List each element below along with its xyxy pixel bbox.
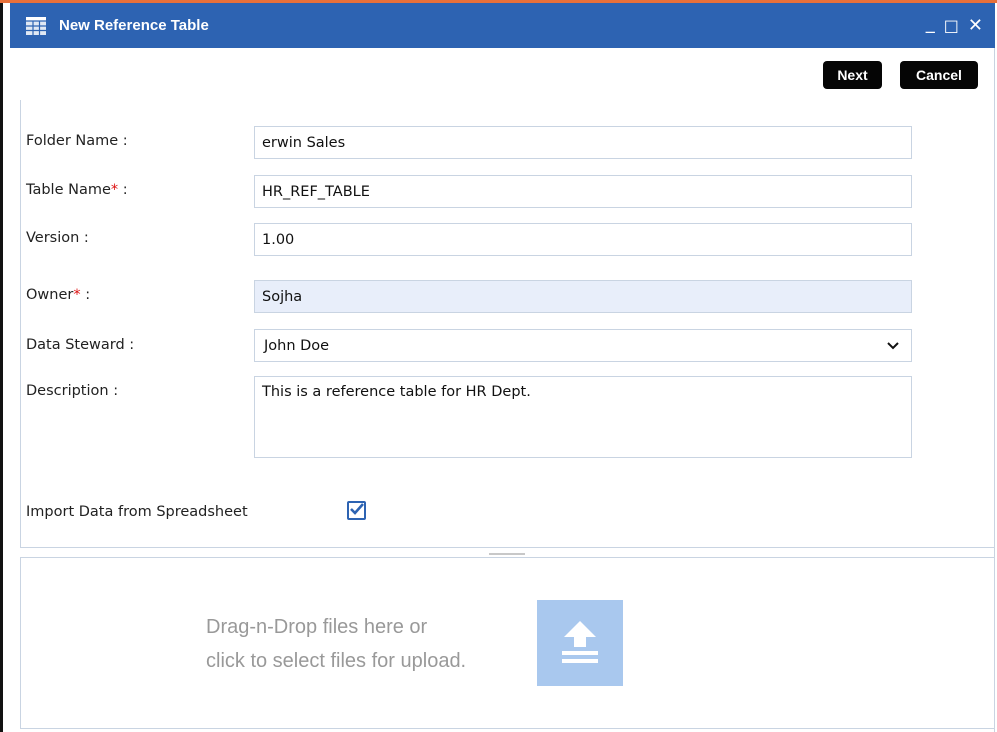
version-value: 1.00 <box>262 231 295 248</box>
owner-field[interactable]: Sojha <box>254 280 912 313</box>
table-name-label-suffix: : <box>118 182 128 198</box>
version-field[interactable]: 1.00 <box>254 223 912 256</box>
upload-button[interactable] <box>537 600 623 686</box>
data-steward-value: John Doe <box>264 337 330 354</box>
close-button[interactable]: ✕ <box>968 16 983 35</box>
import-spreadsheet-label: Import Data from Spreadsheet <box>26 504 248 520</box>
data-steward-label: Data Steward : <box>26 337 135 353</box>
drop-hint-line-1: Drag-n-Drop files here or <box>206 616 428 638</box>
owner-value: Sojha <box>262 288 303 305</box>
owner-label: Owner* : <box>26 287 90 303</box>
minimize-button[interactable]: _ <box>926 15 935 33</box>
description-textarea[interactable]: This is a reference table for HR Dept. <box>254 376 912 458</box>
window-title: New Reference Table <box>59 17 209 34</box>
required-mark: * <box>73 287 81 303</box>
maximize-button[interactable]: □ <box>944 17 959 34</box>
checkmark-icon <box>349 502 364 519</box>
window-titlebar: New Reference Table _ □ ✕ <box>10 3 995 48</box>
folder-name-field[interactable]: erwin Sales <box>254 126 912 159</box>
description-value: This is a reference table for HR Dept. <box>262 384 531 400</box>
folder-name-value: erwin Sales <box>262 134 346 151</box>
drop-hint-line-2: click to select files for upload. <box>206 650 467 672</box>
form-panel <box>20 100 995 548</box>
table-name-label: Table Name* : <box>26 182 128 198</box>
owner-label-suffix: : <box>80 287 91 303</box>
data-steward-select[interactable]: John Doe <box>254 329 912 362</box>
panel-splitter[interactable] <box>489 553 525 555</box>
file-drop-zone[interactable] <box>20 557 995 729</box>
table-name-label-text: Table Name <box>26 182 111 198</box>
description-label: Description : <box>26 383 119 399</box>
owner-label-text: Owner <box>26 287 74 303</box>
cancel-button[interactable]: Cancel <box>900 61 978 89</box>
import-spreadsheet-checkbox[interactable] <box>347 501 366 520</box>
table-name-value: HR_REF_TABLE <box>262 183 370 200</box>
chevron-down-icon <box>887 338 899 354</box>
upload-icon <box>560 619 600 667</box>
left-border <box>0 3 3 732</box>
next-button[interactable]: Next <box>823 61 882 89</box>
table-icon <box>25 15 47 37</box>
version-label: Version : <box>26 230 89 246</box>
table-name-field[interactable]: HR_REF_TABLE <box>254 175 912 208</box>
folder-name-label: Folder Name : <box>26 133 128 149</box>
window-controls: _ □ ✕ <box>926 15 983 35</box>
